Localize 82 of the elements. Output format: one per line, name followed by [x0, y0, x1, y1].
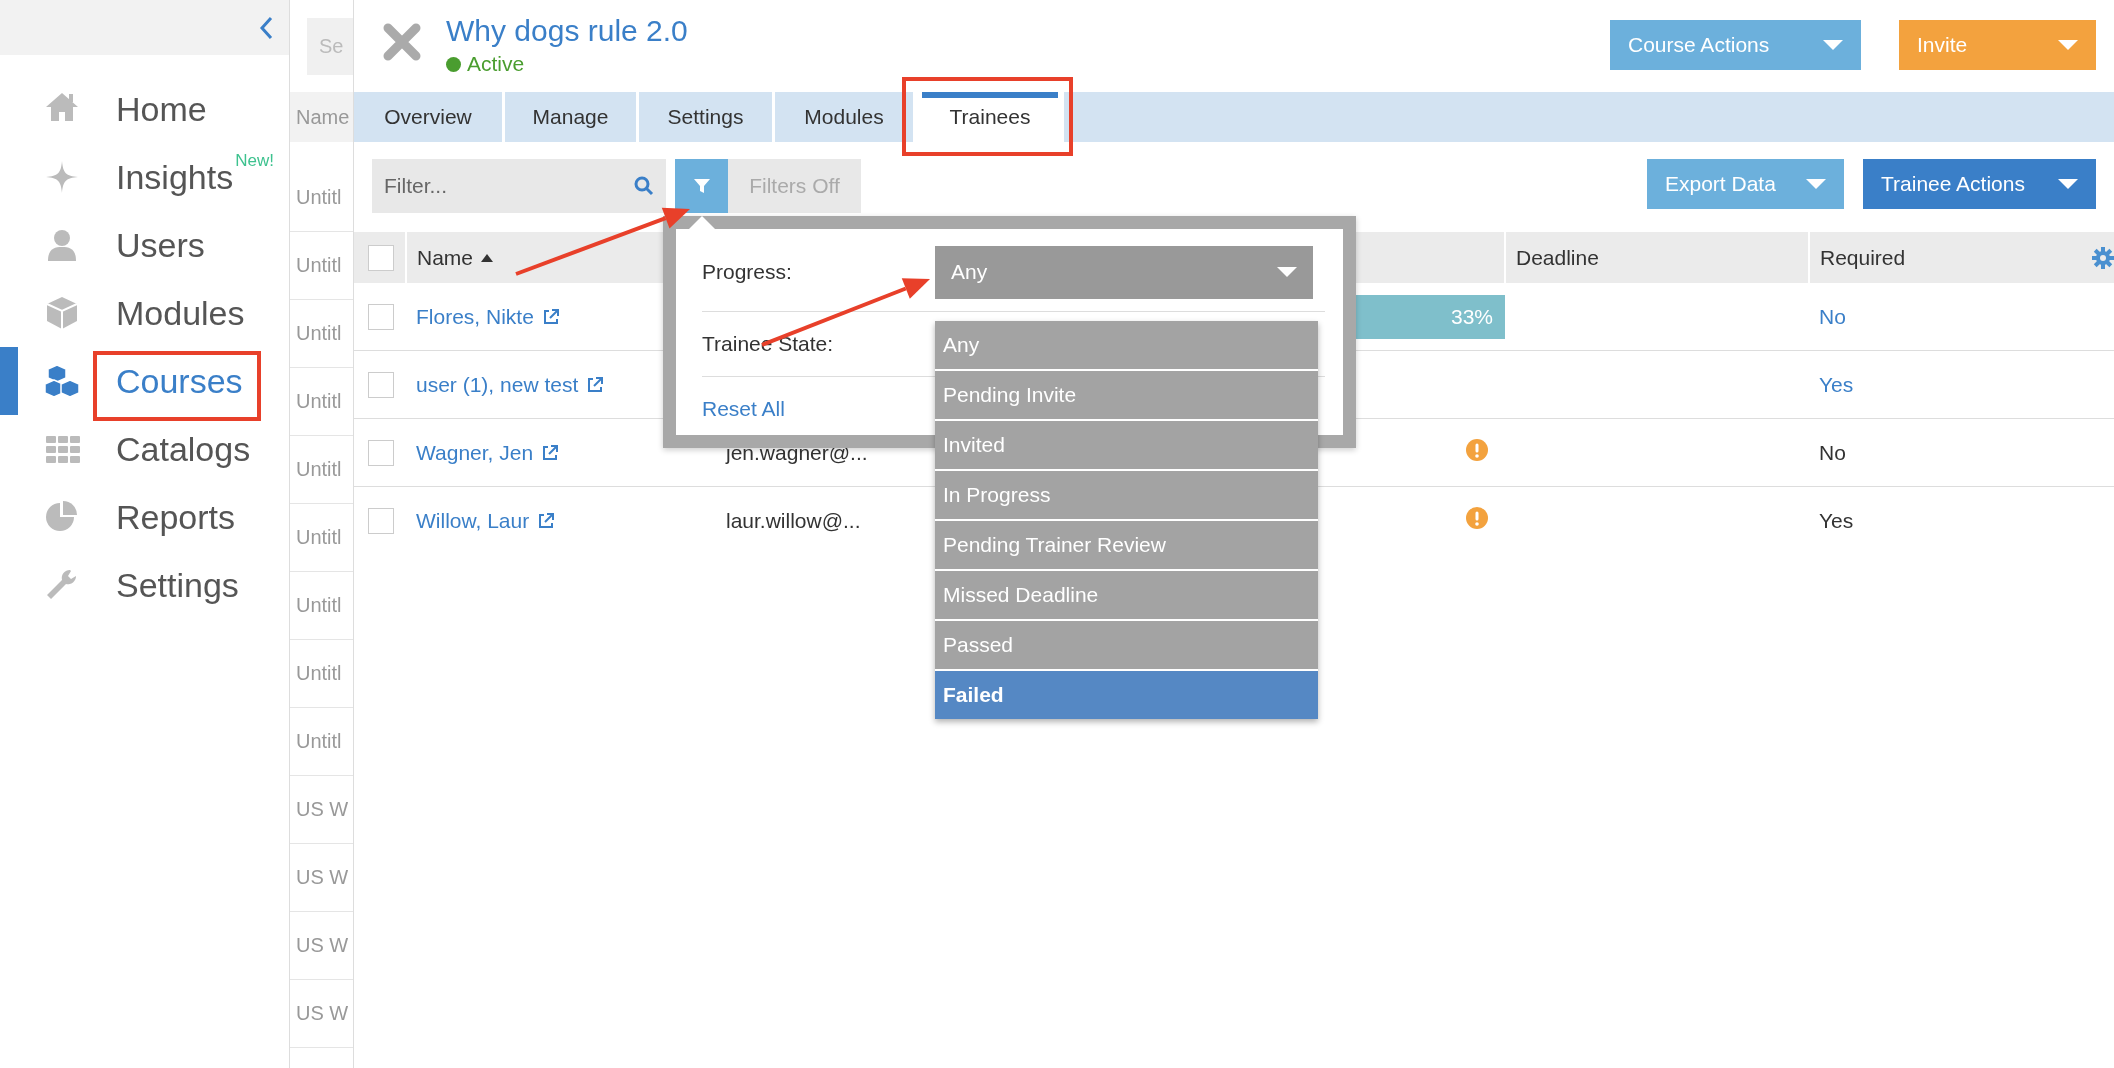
status-dot [446, 56, 461, 72]
nav-item[interactable]: Reports [116, 497, 236, 537]
list-item[interactable]: Untitl [290, 368, 353, 436]
list-item[interactable]: Untitl [290, 708, 353, 776]
external-link-icon[interactable] [541, 443, 560, 462]
dropdown-button[interactable]: Invite [1899, 20, 2096, 70]
trainee-link[interactable]: user (1), new test [416, 372, 579, 397]
list-item[interactable]: US W [290, 912, 353, 980]
required-value: No [1819, 440, 1846, 464]
email-cell: jen.wagner@... [726, 440, 868, 464]
caret-icon [2058, 40, 2078, 50]
external-link-icon[interactable] [586, 375, 605, 394]
required-link[interactable]: No [1819, 304, 1846, 328]
caret-icon [2058, 179, 2078, 189]
gear-icon[interactable] [2091, 245, 2114, 270]
close-icon[interactable] [382, 22, 422, 62]
column-header[interactable]: Name [417, 245, 474, 270]
dropdown-button[interactable]: Course Actions [1610, 20, 1861, 70]
list-item[interactable]: Untitl [290, 164, 353, 232]
progress-label: 33% [1450, 304, 1493, 328]
dropdown-option[interactable]: Any [935, 321, 1318, 371]
column-header[interactable]: Required [1820, 245, 1906, 270]
list-item[interactable]: Untitl [290, 572, 353, 640]
tab[interactable]: Trainees [916, 92, 1064, 142]
nav-item[interactable]: Users [116, 225, 205, 265]
dropdown-option[interactable]: Pending Trainer Review [935, 521, 1318, 571]
filter-field[interactable]: Filter... [372, 159, 666, 213]
checkbox[interactable] [368, 507, 394, 534]
list-item[interactable]: Untitl [290, 504, 353, 572]
filter-toggle-button[interactable] [675, 159, 728, 213]
list-item[interactable]: Untitl [290, 436, 353, 504]
email-cell: laur.willow@... [726, 508, 861, 532]
cubes-icon [44, 363, 80, 399]
column-header[interactable]: Deadline [1516, 245, 1599, 269]
dropdown-button[interactable]: Trainee Actions [1863, 159, 2096, 209]
cube-icon [44, 295, 80, 331]
column-header: Name [290, 92, 353, 142]
dropdown-option[interactable]: Passed [935, 621, 1318, 671]
list-item[interactable]: US W [290, 980, 353, 1048]
checkbox[interactable] [368, 244, 394, 271]
dropdown-option[interactable]: Missed Deadline [935, 571, 1318, 621]
external-link-icon[interactable] [537, 511, 556, 530]
nav-item[interactable]: Catalogs [116, 429, 251, 469]
nav-item[interactable]: Insights [116, 157, 234, 197]
list-item[interactable]: Untitl [290, 300, 353, 368]
nav-item[interactable]: Home [116, 89, 207, 129]
collapse-chevron-icon[interactable] [259, 15, 275, 40]
new-label: New! [235, 151, 274, 171]
field-label: Progress: [702, 260, 793, 284]
nav-item[interactable]: Modules [116, 293, 245, 333]
checkbox[interactable] [368, 303, 394, 330]
nav-item[interactable]: Courses [116, 361, 243, 401]
reset-link[interactable]: Reset All [702, 397, 785, 421]
filters-status: Filters Off [728, 159, 861, 213]
checkbox[interactable] [368, 371, 394, 398]
dropdown-option[interactable]: In Progress [935, 471, 1318, 521]
search-icon [634, 176, 654, 196]
list-item[interactable]: Untitl [290, 640, 353, 708]
external-link-icon[interactable] [541, 307, 560, 326]
status-label: Active [467, 52, 525, 76]
select-dropdown[interactable]: Any [935, 245, 1313, 299]
list-item[interactable]: US W [290, 844, 353, 912]
caret-icon [1823, 40, 1843, 50]
dropdown-option[interactable]: Failed [935, 671, 1318, 719]
list-item[interactable]: US W [290, 776, 353, 844]
trainee-link[interactable]: Wagner, Jen [416, 440, 534, 465]
required-link[interactable]: Yes [1819, 372, 1854, 396]
field-label: Trainee State: [702, 332, 835, 356]
dropdown-option[interactable]: Pending Invite [935, 371, 1318, 421]
caret-icon [1277, 267, 1297, 277]
caret-icon [1806, 179, 1826, 189]
checkbox[interactable] [368, 439, 394, 466]
required-value: Yes [1819, 508, 1854, 532]
list-item[interactable]: Untitl [290, 232, 353, 300]
nav-item[interactable]: Settings [116, 565, 239, 605]
dropdown-button[interactable]: Export Data [1647, 159, 1844, 209]
trainee-link[interactable]: Flores, Nikte [416, 304, 534, 329]
sort-ascending-icon [481, 253, 494, 262]
course-title: Why dogs rule 2.0 [446, 14, 688, 48]
dropdown-option[interactable]: Invited [935, 421, 1318, 471]
trainee-link[interactable]: Willow, Laur [416, 508, 530, 533]
funnel-icon [692, 178, 711, 194]
